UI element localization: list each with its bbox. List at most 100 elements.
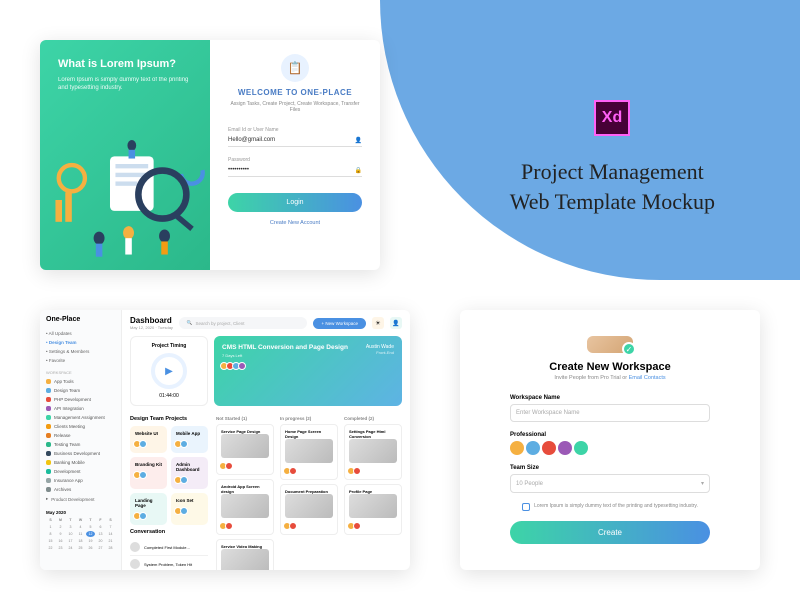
- workspace-image: ✓: [587, 336, 633, 353]
- calendar-day[interactable]: 12: [86, 531, 95, 537]
- projects-section-title: Design Team Projects: [130, 416, 208, 422]
- kanban-column: In progress (2) Home Page Screen DesignDo…: [280, 416, 338, 570]
- workspace-title: Create New Workspace: [549, 361, 670, 373]
- workspace-item[interactable]: Archives: [46, 485, 115, 494]
- workspace-item[interactable]: App Tools: [46, 377, 115, 386]
- workspace-item[interactable]: Banking Mobile: [46, 458, 115, 467]
- task-card[interactable]: Document Preparation: [280, 484, 338, 535]
- workspace-item[interactable]: API Integration: [46, 404, 115, 413]
- calendar-day[interactable]: 13: [96, 531, 105, 537]
- page-date: May 12, 2020 · Tuesday: [130, 325, 173, 330]
- calendar-day[interactable]: 8: [46, 531, 55, 537]
- workspace-item[interactable]: Development: [46, 467, 115, 476]
- title-line-2: Web Template Mockup: [510, 189, 715, 215]
- new-workspace-button[interactable]: + New Workspace: [313, 318, 366, 329]
- task-card[interactable]: Profile Page: [344, 484, 402, 535]
- nav-item[interactable]: • Favorite: [46, 356, 115, 365]
- ws-name-input[interactable]: Enter Workspace Name: [510, 404, 710, 422]
- brand: One-Place: [46, 316, 115, 323]
- calendar-day[interactable]: 1: [46, 524, 55, 530]
- professional-avatars[interactable]: [510, 441, 710, 455]
- play-button[interactable]: ▶: [151, 353, 187, 389]
- calendar-day[interactable]: 2: [56, 524, 65, 530]
- calendar-day[interactable]: 16: [56, 538, 65, 544]
- calendar-day[interactable]: 28: [106, 545, 115, 551]
- calendar-day[interactable]: 20: [96, 538, 105, 544]
- email-input[interactable]: Hello@gmail.com: [228, 137, 275, 144]
- timing-title: Project Timing: [137, 343, 201, 349]
- calendar-day[interactable]: 17: [66, 538, 75, 544]
- calendar-day[interactable]: 6: [96, 524, 105, 530]
- search-input[interactable]: 🔍Search by project, Client: [179, 317, 308, 329]
- login-button[interactable]: Login: [228, 193, 362, 212]
- terms-checkbox[interactable]: [522, 503, 530, 511]
- workspace-item[interactable]: Management Assignment: [46, 413, 115, 422]
- workspace-item[interactable]: PHP Development: [46, 395, 115, 404]
- calendar-day[interactable]: 23: [56, 545, 65, 551]
- calendar-day[interactable]: 3: [66, 524, 75, 530]
- workspace-item[interactable]: Release: [46, 431, 115, 440]
- task-card[interactable]: Service Video Making: [216, 539, 274, 570]
- create-workspace-mockup: ✓ Create New Workspace Invite People fro…: [460, 310, 760, 570]
- conversation-item[interactable]: Completed First Module...: [130, 539, 208, 556]
- email-contacts-link[interactable]: Email Contacts: [629, 375, 666, 381]
- password-input[interactable]: ••••••••••: [228, 167, 249, 174]
- project-card[interactable]: Landing Page: [130, 493, 167, 525]
- timing-value: 01:44:00: [137, 393, 201, 399]
- search-icon: 🔍: [187, 320, 193, 326]
- workspace-item[interactable]: Clients Meeting: [46, 422, 115, 431]
- task-card[interactable]: Service Page Design: [216, 424, 274, 475]
- calendar-month: May 2020: [46, 510, 115, 515]
- calendar-day[interactable]: 9: [56, 531, 65, 537]
- workspace-item[interactable]: Design Team: [46, 386, 115, 395]
- chevron-down-icon: ▾: [701, 480, 704, 487]
- calendar-day[interactable]: 10: [66, 531, 75, 537]
- kanban-column: Not Started (1)Service Page DesignAndroi…: [216, 416, 274, 570]
- login-mockup: What is Lorem Ipsum? Lorem Ipsum is simp…: [40, 40, 380, 270]
- kanban-col-title: Completed (2): [344, 416, 402, 421]
- task-card[interactable]: Settings Page Html Conversion: [344, 424, 402, 480]
- project-card[interactable]: Admin Dashboard: [171, 457, 208, 489]
- project-card[interactable]: Website UI: [130, 426, 167, 453]
- featured-project[interactable]: CMS HTML Conversion and Page Design 7 Da…: [214, 336, 402, 406]
- create-button[interactable]: Create: [510, 521, 710, 544]
- calendar-day[interactable]: 15: [46, 538, 55, 544]
- calendar-day[interactable]: 24: [66, 545, 75, 551]
- conversation-item[interactable]: System Problem, Token Hit: [130, 556, 208, 570]
- calendar-day[interactable]: 18: [76, 538, 85, 544]
- calendar-day[interactable]: 7: [106, 524, 115, 530]
- calendar-day[interactable]: 25: [76, 545, 85, 551]
- workspace-item[interactable]: Testing Team: [46, 440, 115, 449]
- notification-icon[interactable]: ☀: [372, 317, 384, 329]
- team-size-label: Team Size: [510, 465, 710, 471]
- calendar-day[interactable]: 14: [106, 531, 115, 537]
- team-size-select[interactable]: 10 People▾: [510, 474, 710, 493]
- user-avatar[interactable]: 👤: [390, 317, 402, 329]
- calendar-day[interactable]: 21: [106, 538, 115, 544]
- calendar-day[interactable]: 19: [86, 538, 95, 544]
- task-card[interactable]: Home Page Screen Design: [280, 424, 338, 480]
- nav-item[interactable]: • Design Team: [46, 338, 115, 347]
- calendar-day[interactable]: 4: [76, 524, 85, 530]
- hero-text: Lorem Ipsum is simply dummy text of the …: [58, 76, 192, 93]
- nav-item[interactable]: • Settings & Members: [46, 347, 115, 356]
- calendar-day[interactable]: 26: [86, 545, 95, 551]
- email-label: Email Id or User Name: [228, 127, 362, 133]
- workspace-item[interactable]: Insurance App: [46, 476, 115, 485]
- workspace-item[interactable]: Business Development: [46, 449, 115, 458]
- calendar-day[interactable]: 22: [46, 545, 55, 551]
- workspace-section-label: Workspace: [46, 370, 115, 375]
- calendar-day[interactable]: 5: [86, 524, 95, 530]
- calendar-day[interactable]: 27: [96, 545, 105, 551]
- login-hero: What is Lorem Ipsum? Lorem Ipsum is simp…: [40, 40, 210, 270]
- nav-item[interactable]: • All Updates: [46, 329, 115, 338]
- task-card[interactable]: Android App Screen design: [216, 479, 274, 535]
- kanban-col-title: In progress (2): [280, 416, 338, 421]
- project-card[interactable]: Icon Set: [171, 493, 208, 525]
- create-account-link[interactable]: Create New Account: [270, 220, 320, 226]
- calendar-day[interactable]: 11: [76, 531, 85, 537]
- project-card[interactable]: Branding Kit: [130, 457, 167, 489]
- project-card[interactable]: Mobile App: [171, 426, 208, 453]
- lock-icon: 🔒: [355, 167, 362, 174]
- product-dev-expand[interactable]: ▸ Product Development: [46, 494, 115, 504]
